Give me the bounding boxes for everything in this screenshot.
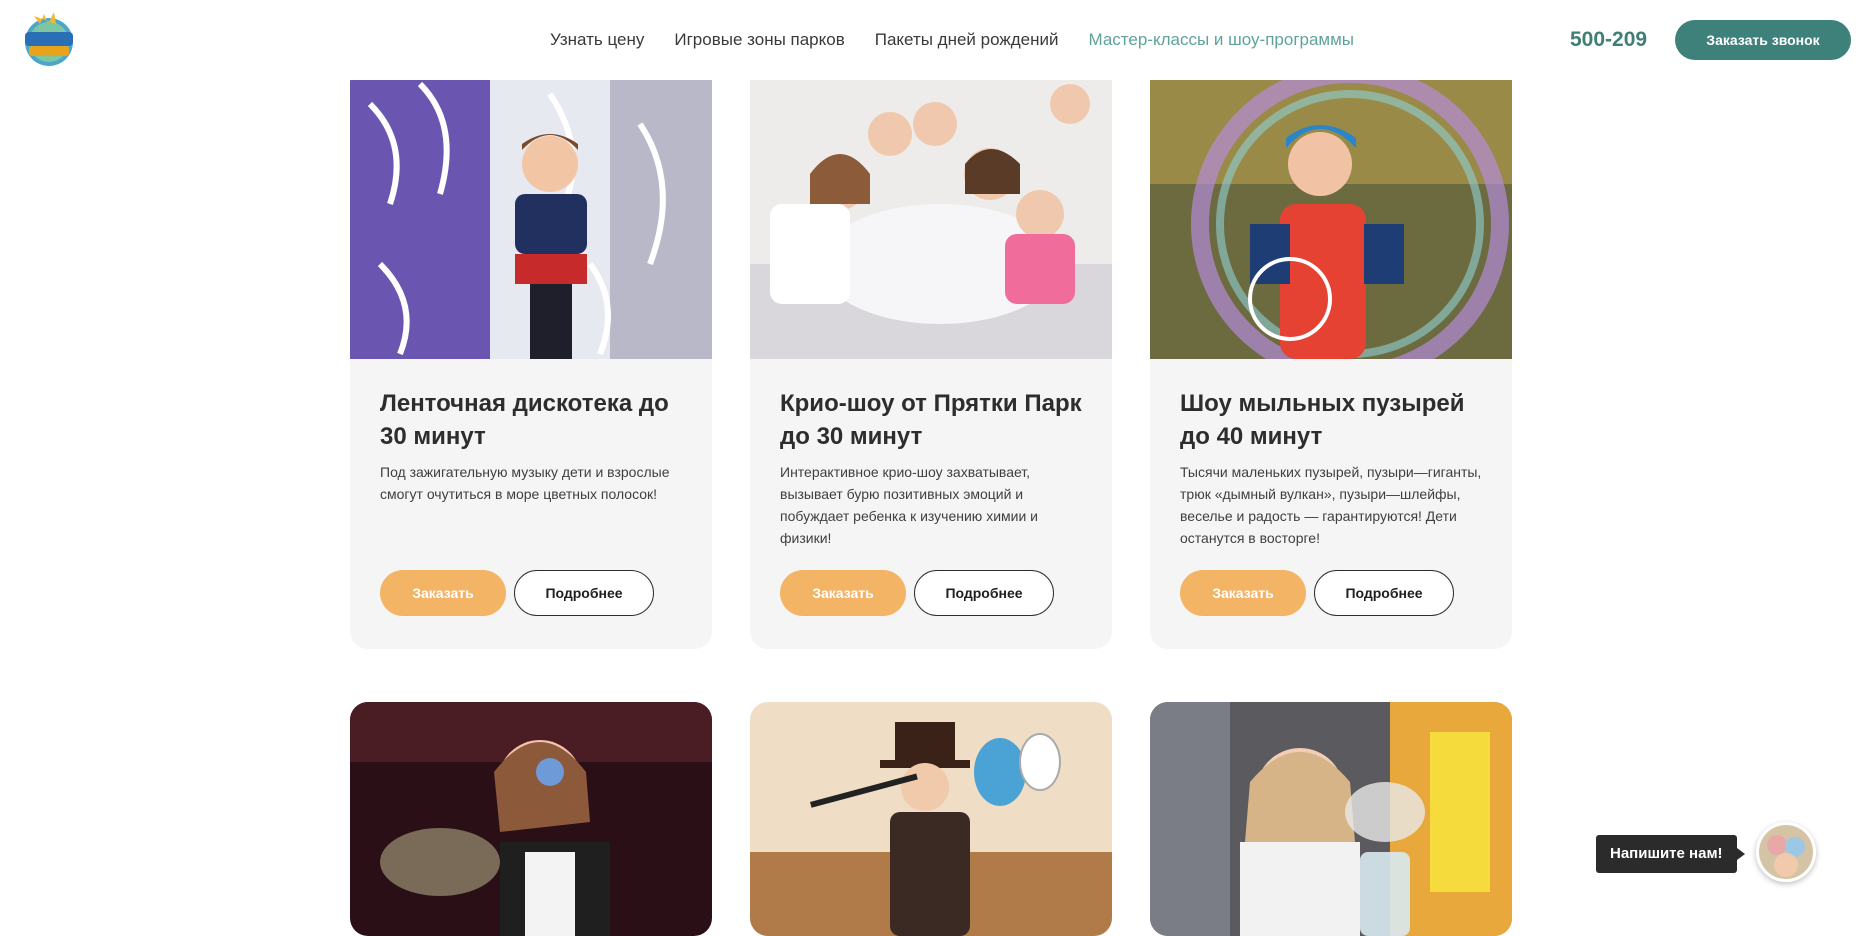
cryo-show-photo	[750, 64, 1112, 359]
ribbon-disco-photo	[350, 64, 712, 359]
show-card-cryo: Крио-шоу от Прятки Парк до 30 минут Инте…	[750, 64, 1112, 649]
science-show-woman-photo	[1150, 702, 1512, 936]
order-button[interactable]: Заказать	[1180, 570, 1306, 616]
details-button[interactable]: Подробнее	[1314, 570, 1454, 616]
card-actions: Заказать Подробнее	[1180, 570, 1454, 616]
details-button[interactable]: Подробнее	[914, 570, 1054, 616]
soap-bubble-show-photo	[1150, 64, 1512, 359]
card-description: Интерактивное крио-шоу захватывает, вызы…	[780, 464, 1038, 546]
card-title: Ленточная дискотека до 30 минут	[380, 390, 669, 450]
site-header: Узнать цену Игровые зоны парков Пакеты д…	[0, 0, 1872, 80]
nav-item-birthday-packages[interactable]: Пакеты дней рождений	[875, 30, 1059, 50]
show-card-row2-2	[750, 702, 1112, 936]
phone-number[interactable]: 500-209	[1570, 28, 1647, 52]
card-body: Ленточная дискотека до 30 минут Под зажи…	[350, 359, 712, 649]
card-body: Крио-шоу от Прятки Парк до 30 минут Инте…	[750, 359, 1112, 649]
nav-item-play-zones[interactable]: Игровые зоны парков	[674, 30, 844, 50]
card-title: Шоу мыльных пузырей до 40 минут	[1180, 390, 1465, 450]
show-card-row2-1	[350, 702, 712, 936]
show-card-row2-3	[1150, 702, 1512, 936]
card-description: Тысячи маленьких пузырей, пузыри—гиганты…	[1180, 464, 1482, 546]
order-button[interactable]: Заказать	[780, 570, 906, 616]
logo-icon[interactable]	[20, 8, 78, 68]
steampunk-magician-photo	[750, 702, 1112, 936]
card-actions: Заказать Подробнее	[380, 570, 654, 616]
main-nav: Узнать цену Игровые зоны парков Пакеты д…	[550, 30, 1354, 50]
chat-prompt-label[interactable]: Напишите нам!	[1596, 835, 1745, 873]
nav-item-master-classes[interactable]: Мастер-классы и шоу-программы	[1089, 30, 1355, 50]
order-call-button[interactable]: Заказать звонок	[1675, 20, 1851, 60]
card-description: Под зажигательную музыку дети и взрослые…	[380, 464, 670, 502]
chat-avatar-button[interactable]	[1756, 822, 1816, 882]
details-button[interactable]: Подробнее	[514, 570, 654, 616]
card-body: Шоу мыльных пузырей до 40 минут Тысячи м…	[1150, 359, 1512, 649]
card-title: Крио-шоу от Прятки Парк до 30 минут	[780, 390, 1082, 450]
order-button[interactable]: Заказать	[380, 570, 506, 616]
show-card-ribbon-disco: Ленточная дискотека до 30 минут Под зажи…	[350, 64, 712, 649]
hedgehog-girl-photo	[350, 702, 712, 936]
show-card-soap-bubbles: Шоу мыльных пузырей до 40 минут Тысячи м…	[1150, 64, 1512, 649]
nav-item-price[interactable]: Узнать цену	[550, 30, 644, 50]
card-actions: Заказать Подробнее	[780, 570, 1054, 616]
